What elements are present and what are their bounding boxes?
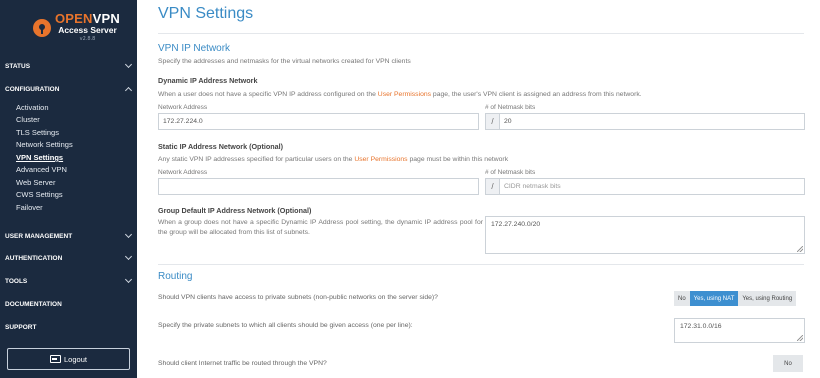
static-netmask-bits-input[interactable]: CIDR netmask bits: [499, 178, 805, 195]
option-yes-routing-button[interactable]: Yes, using Routing: [738, 291, 797, 306]
brand-subtitle: Access Server: [58, 25, 117, 35]
question-private-subnets-list: Specify the private subnets to which all…: [158, 322, 413, 329]
user-permissions-link[interactable]: User Permissions: [378, 91, 431, 98]
nav-section-authentication[interactable]: AUTHENTICATION: [0, 251, 137, 265]
nav-section-configuration[interactable]: CONFIGURATION: [0, 82, 137, 96]
cidr-slash-addon: /: [485, 178, 500, 195]
chevron-down-icon: [124, 230, 133, 239]
nav-item-cws-settings[interactable]: CWS Settings: [16, 190, 63, 199]
version-label: v2.8.8: [79, 36, 96, 42]
brand-logo[interactable]: OPENVPN Access Server v2.8.8: [0, 0, 137, 46]
dynamic-netmask-bits-input[interactable]: 20: [499, 113, 805, 130]
nav-item-failover[interactable]: Failover: [16, 203, 43, 212]
chevron-up-icon: [124, 86, 133, 95]
divider: [158, 264, 804, 265]
subsection-title-dynamic: Dynamic IP Address Network: [158, 76, 258, 85]
network-address-label: Network Address: [158, 104, 208, 111]
page-title: VPN Settings: [158, 5, 254, 22]
brand-name: OPENVPN: [55, 11, 120, 26]
openvpn-logo-icon: [33, 18, 51, 37]
divider: [158, 33, 804, 34]
internet-traffic-toggle[interactable]: No: [773, 355, 803, 372]
static-network-address-input[interactable]: [158, 178, 479, 195]
private-subnets-textarea[interactable]: 172.31.0.0/16: [674, 318, 805, 343]
section-desc-vpn-ip: Specify the addresses and netmasks for t…: [158, 58, 411, 65]
nav-item-cluster[interactable]: Cluster: [16, 115, 40, 124]
nav-section-status[interactable]: STATUS: [0, 59, 137, 73]
nav-section-user-management[interactable]: USER MANAGEMENT: [0, 229, 137, 243]
subsection-title-group: Group Default IP Address Network (Option…: [158, 206, 312, 215]
dynamic-network-address-input[interactable]: 172.27.224.0: [158, 113, 479, 130]
nav-item-activation[interactable]: Activation: [16, 103, 49, 112]
option-yes-nat-button[interactable]: Yes, using NAT: [689, 291, 739, 306]
nav-section-support[interactable]: SUPPORT: [0, 320, 137, 334]
subsection-desc-dynamic: When a user does not have a specific VPN…: [158, 91, 642, 98]
network-address-label: Network Address: [158, 169, 208, 176]
resize-handle-icon[interactable]: [797, 335, 803, 341]
logout-button[interactable]: Logout: [7, 348, 130, 370]
section-title-vpn-ip: VPN IP Network: [158, 43, 231, 54]
subsection-title-static: Static IP Address Network (Optional): [158, 142, 284, 151]
question-private-subnets-access: Should VPN clients have access to privat…: [158, 294, 438, 301]
main-content: VPN Settings VPN IP Network Specify the …: [137, 0, 820, 378]
nav-item-tls-settings[interactable]: TLS Settings: [16, 128, 59, 137]
private-subnet-access-toggle: No Yes, using NAT Yes, using Routing: [674, 291, 797, 306]
group-default-network-textarea[interactable]: 172.27.240.0/20: [485, 216, 805, 254]
sidebar: OPENVPN Access Server v2.8.8 STATUS CONF…: [0, 0, 137, 378]
netmask-bits-label: # of Netmask bits: [485, 104, 536, 111]
section-title-routing: Routing: [158, 271, 193, 282]
chevron-down-icon: [124, 275, 133, 284]
chevron-down-icon: [124, 252, 133, 261]
nav-item-vpn-settings[interactable]: VPN Settings: [16, 153, 63, 162]
user-permissions-link[interactable]: User Permissions: [354, 156, 407, 163]
resize-handle-icon[interactable]: [797, 246, 803, 252]
netmask-bits-label: # of Netmask bits: [485, 169, 536, 176]
chevron-down-icon: [124, 60, 133, 69]
cidr-slash-addon: /: [485, 113, 500, 130]
nav-item-advanced-vpn[interactable]: Advanced VPN: [16, 165, 67, 174]
subsection-desc-static: Any static VPN IP addresses specified fo…: [158, 156, 509, 163]
nav-section-documentation[interactable]: DOCUMENTATION: [0, 297, 137, 311]
question-internet-traffic: Should client Internet traffic be routed…: [158, 360, 327, 367]
subsection-desc-group: When a group does not have a specific Dy…: [158, 219, 483, 236]
option-no-button[interactable]: No: [674, 291, 690, 306]
nav-item-network-settings[interactable]: Network Settings: [16, 140, 73, 149]
nav-section-tools[interactable]: TOOLS: [0, 274, 137, 288]
logout-icon: [50, 355, 62, 363]
nav-item-web-server[interactable]: Web Server: [16, 178, 55, 187]
